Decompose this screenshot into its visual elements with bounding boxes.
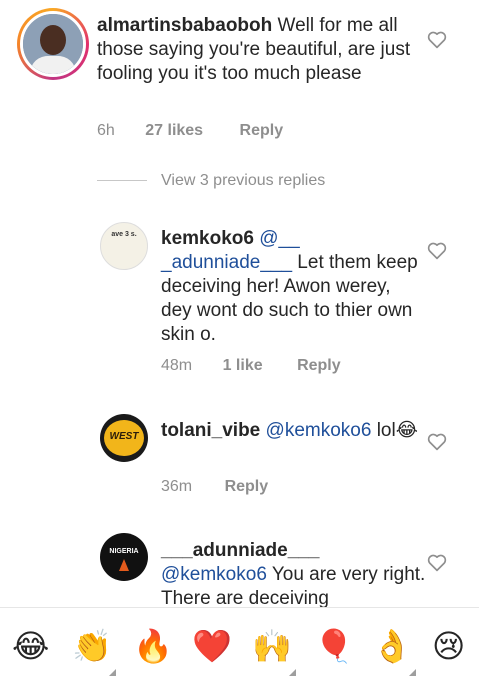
reply-time: 36m	[161, 478, 193, 495]
emoji-crying[interactable]: 😢	[432, 626, 465, 666]
reply-text: tolani_vibe @kemkoko6 lol😂	[161, 419, 426, 443]
emoji-reaction-bar: 😂 👏 🔥 ❤️ 🙌 🎈 👌 😢	[0, 607, 479, 684]
avatar[interactable]: NIGERIA	[100, 533, 148, 581]
reply-time: 48m	[161, 357, 193, 374]
reply-text: ___adunniade___ @kemkoko6 You are very r…	[161, 539, 426, 611]
skin-tone-indicator	[109, 669, 116, 676]
avatar[interactable]: WEST	[100, 414, 148, 462]
reply-meta: 48m 1 like Reply	[161, 357, 341, 375]
comment-text: almartinsbabaoboh Well for me all those …	[97, 14, 427, 86]
emoji-ok-hand[interactable]: 👌	[372, 626, 412, 666]
reply-username[interactable]: tolani_vibe	[161, 420, 260, 441]
skin-tone-indicator	[409, 669, 416, 676]
emoji-clapping[interactable]: 👏	[72, 626, 112, 666]
reply-button[interactable]: Reply	[297, 357, 341, 375]
emoji-heart[interactable]: ❤️	[192, 626, 232, 666]
reply-likes[interactable]: 1 like	[223, 357, 263, 375]
view-previous-replies[interactable]: View 3 previous replies	[97, 172, 325, 190]
view-replies-label[interactable]: View 3 previous replies	[161, 172, 325, 189]
reply-mention[interactable]: @kemkoko6	[161, 564, 267, 585]
emoji-raised-hands[interactable]: 🙌	[252, 626, 292, 666]
divider-line	[97, 180, 147, 182]
reply-username[interactable]: ___adunniade___	[161, 540, 319, 561]
emoji-fire[interactable]: 🔥	[133, 626, 173, 666]
heart-outline-icon[interactable]	[427, 242, 447, 260]
avatar-caption: ave 3 s.	[111, 231, 137, 238]
emoji-laughing[interactable]: 😂	[12, 626, 49, 666]
heart-outline-icon[interactable]	[427, 433, 447, 451]
avatar[interactable]: ave 3 s.	[100, 222, 148, 270]
reply-body: lol😂	[371, 420, 418, 441]
heart-outline-icon[interactable]	[427, 31, 447, 49]
skin-tone-indicator	[289, 669, 296, 676]
heart-outline-icon[interactable]	[427, 554, 447, 572]
reply-mention[interactable]: @kemkoko6	[266, 420, 372, 441]
comment-username[interactable]: almartinsbabaoboh	[97, 15, 272, 36]
avatar-caption: NIGERIA	[109, 548, 139, 555]
comment-likes[interactable]: 27 likes	[145, 122, 203, 140]
reply-button[interactable]: Reply	[240, 122, 284, 140]
avatar-caption: WEST	[109, 431, 139, 442]
reply-button[interactable]: Reply	[225, 478, 269, 496]
comment-meta: 6h 27 likes Reply	[97, 122, 283, 140]
emoji-balloon[interactable]: 🎈	[314, 626, 354, 666]
reply-text: kemkoko6 @__ _adunniade___ Let them keep…	[161, 227, 426, 347]
reply-meta: 36m Reply	[161, 478, 268, 496]
reply-username[interactable]: kemkoko6	[161, 228, 254, 249]
comment-time: 6h	[97, 122, 115, 139]
avatar[interactable]	[20, 11, 86, 77]
